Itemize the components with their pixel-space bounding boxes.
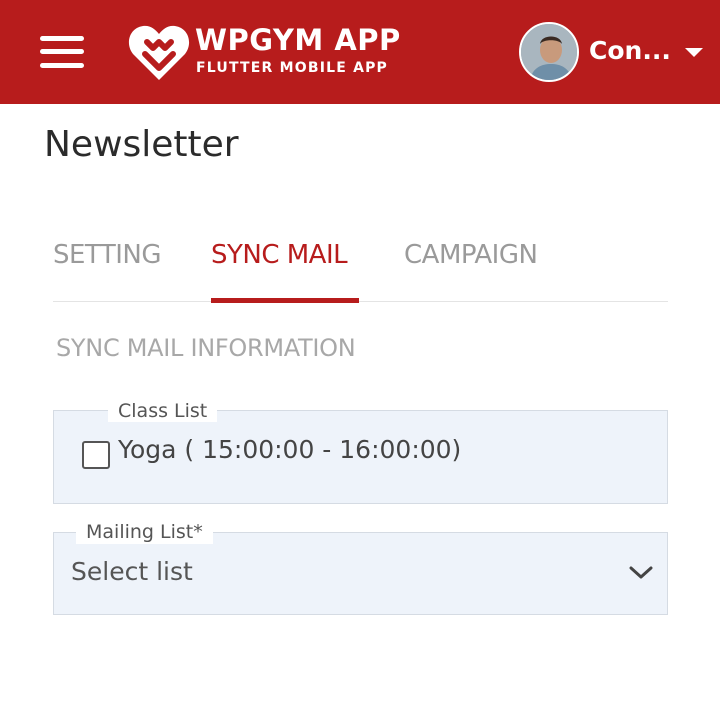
active-tab-indicator bbox=[211, 298, 359, 303]
menu-bar bbox=[40, 36, 84, 41]
class-list-label: Class List bbox=[108, 400, 218, 422]
tab-bar: SETTING SYNC MAIL CAMPAIGN bbox=[53, 236, 668, 303]
menu-bar bbox=[40, 63, 84, 68]
user-photo-icon bbox=[521, 24, 577, 80]
tab-campaign[interactable]: CAMPAIGN bbox=[404, 240, 538, 270]
mailing-list-select[interactable]: Mailing List* Select list bbox=[53, 520, 668, 615]
caret-down-icon[interactable] bbox=[685, 48, 703, 57]
brand-subtitle: FLUTTER MOBILE APP bbox=[196, 60, 389, 76]
heart-gym-logo-icon bbox=[128, 25, 190, 80]
tab-setting[interactable]: SETTING bbox=[53, 240, 162, 270]
brand-title: WPGYM APP bbox=[195, 23, 401, 57]
hamburger-menu-icon[interactable] bbox=[40, 36, 84, 68]
user-name[interactable]: Con... bbox=[589, 36, 671, 65]
class-item-label[interactable]: Yoga ( 15:00:00 - 16:00:00) bbox=[118, 435, 461, 464]
page-title: Newsletter bbox=[44, 124, 239, 165]
class-checkbox[interactable] bbox=[82, 441, 110, 469]
mailing-list-label: Mailing List* bbox=[76, 520, 213, 544]
menu-bar bbox=[40, 49, 84, 54]
avatar[interactable] bbox=[519, 22, 579, 82]
class-list-field: Class List Yoga ( 15:00:00 - 16:00:00) bbox=[53, 400, 668, 504]
tab-sync-mail[interactable]: SYNC MAIL bbox=[211, 240, 348, 270]
app-header: WPGYM APP FLUTTER MOBILE APP Con... bbox=[0, 0, 720, 104]
mailing-list-value: Select list bbox=[71, 557, 193, 586]
chevron-down-icon[interactable] bbox=[628, 565, 654, 581]
section-title: SYNC MAIL INFORMATION bbox=[56, 334, 356, 362]
